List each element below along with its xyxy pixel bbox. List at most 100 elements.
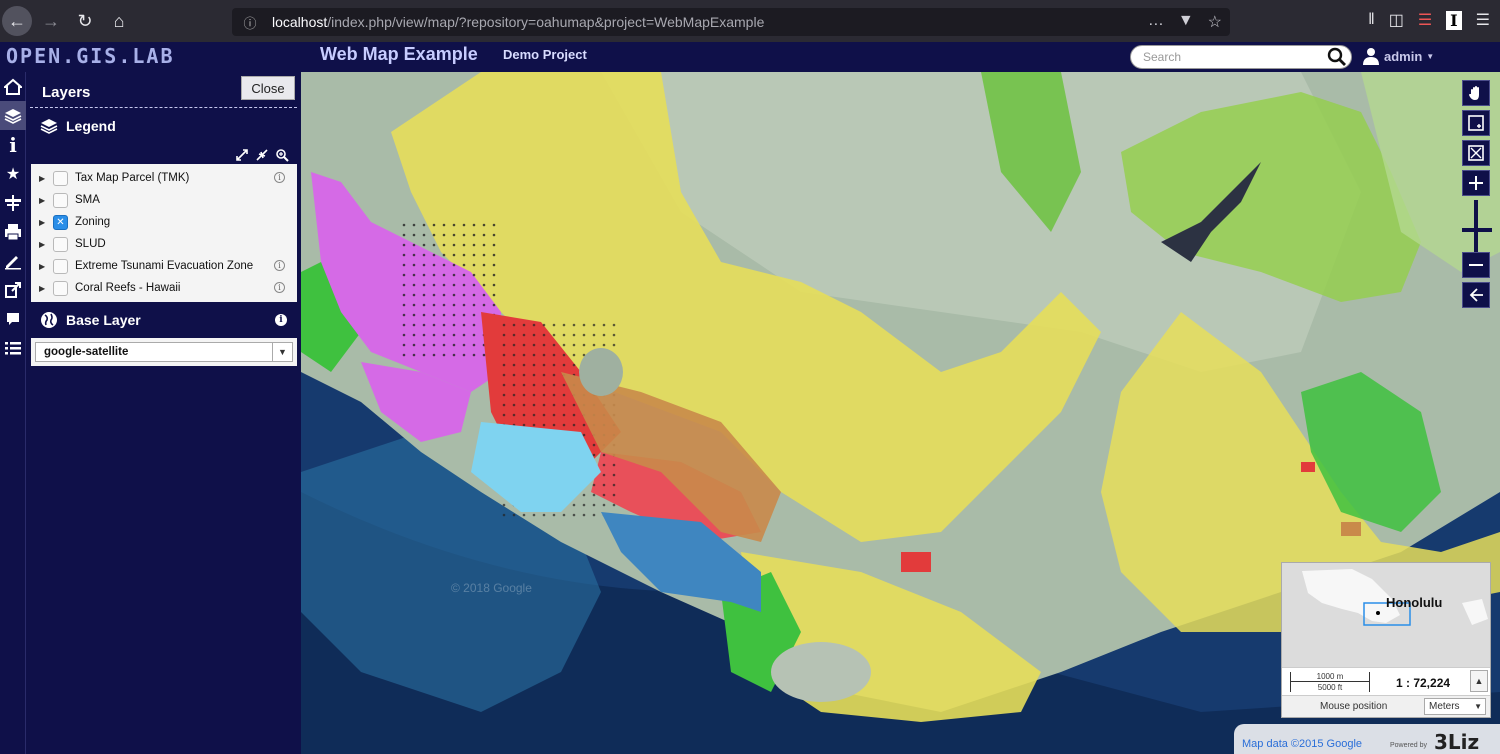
measure-icon[interactable] xyxy=(0,188,26,217)
layer-list: ▶ Tax Map Parcel (TMK) i ▶ SMA ▶ ✕ Zoning ▶ SLUD ▶… xyxy=(31,164,297,302)
print-icon[interactable] xyxy=(0,217,26,246)
base-layer-select-wrap: google-satellite ▼ xyxy=(31,338,297,366)
comment-icon[interactable] xyxy=(0,304,26,333)
layer-checkbox[interactable] xyxy=(53,236,68,252)
scale-metric: 1000 m xyxy=(1290,672,1370,682)
layer-row[interactable]: ▶ Coral Reefs - Hawaii i xyxy=(31,277,297,299)
project-title: Demo Project xyxy=(503,47,587,62)
units-chevron-icon: ▼ xyxy=(1474,702,1482,711)
bookmark-star-icon[interactable]: ☆ xyxy=(1208,12,1222,32)
reload-button[interactable]: ↻ xyxy=(70,6,100,36)
logo: OPEN.GIS.LAB xyxy=(6,44,175,68)
library-icon[interactable]: ‖ xyxy=(1368,11,1375,29)
lizmap-logo[interactable]: 3Liz xyxy=(1434,730,1479,754)
menu-icon[interactable]: ☰ xyxy=(1476,10,1490,30)
browser-toolbar: ← → ↻ ⌂ ⓘ localhost/index.php/view/map/?… xyxy=(0,0,1500,42)
zoom-out-icon[interactable] xyxy=(1462,252,1490,278)
list-icon[interactable] xyxy=(0,333,26,362)
layer-row[interactable]: ▶ SMA xyxy=(31,189,297,211)
expand-caret-icon[interactable]: ▶ xyxy=(39,174,53,183)
zoom-in-icon[interactable] xyxy=(1462,170,1490,196)
globe-icon xyxy=(41,312,57,328)
units-select[interactable]: Meters ▼ xyxy=(1424,698,1486,715)
previous-extent-icon[interactable] xyxy=(1462,282,1490,308)
expand-caret-icon[interactable]: ▶ xyxy=(39,284,53,293)
legend-title: Legend xyxy=(66,118,116,134)
attribution-text[interactable]: Map data ©2015 Google xyxy=(1242,738,1362,750)
layer-checkbox[interactable] xyxy=(53,170,68,186)
layer-info-icon[interactable]: i xyxy=(274,172,285,183)
layer-label: Zoning xyxy=(75,216,111,228)
mouse-position-label: Mouse position xyxy=(1320,701,1388,712)
expand-caret-icon[interactable]: ▶ xyxy=(39,262,53,271)
layer-row[interactable]: ▶ Tax Map Parcel (TMK) i xyxy=(31,167,297,189)
layer-checkbox[interactable]: ✕ xyxy=(53,214,68,230)
sidebar-icon[interactable]: ◫ xyxy=(1389,10,1404,30)
layer-info-icon[interactable]: i xyxy=(274,260,285,271)
back-button[interactable]: ← xyxy=(2,6,32,36)
home-button[interactable]: ⌂ xyxy=(104,6,134,36)
layer-checkbox[interactable] xyxy=(53,192,68,208)
layer-label: Coral Reefs - Hawaii xyxy=(75,282,181,294)
search-icon[interactable] xyxy=(1327,47,1347,67)
home-icon[interactable] xyxy=(0,72,26,101)
forward-button[interactable]: → xyxy=(36,6,66,36)
zoom-box-icon[interactable] xyxy=(1462,110,1490,136)
layers-panel: Layers Close Legend ▶ Tax Map Parcel (TMK… xyxy=(26,72,301,754)
zoom-extent-icon[interactable] xyxy=(1462,140,1490,166)
page-actions-icon[interactable]: … xyxy=(1148,12,1164,32)
zoom-slider[interactable] xyxy=(1462,198,1492,260)
overview-panel: Honolulu 1000 m 5000 ft 1 : 72,224 ▲ Mou… xyxy=(1281,562,1491,718)
base-layer-value: google-satellite xyxy=(44,346,129,358)
extension-icon[interactable]: ☰ xyxy=(1418,10,1432,30)
zoom-to-layer-icon[interactable] xyxy=(275,148,289,162)
app-header: OPEN.GIS.LAB Web Map Example Demo Projec… xyxy=(0,42,1500,72)
base-layer-title: Base Layer xyxy=(66,312,141,328)
user-name: admin xyxy=(1384,48,1423,64)
expand-caret-icon[interactable]: ▶ xyxy=(39,240,53,249)
pan-hand-icon[interactable] xyxy=(1462,80,1490,106)
overview-label: Honolulu xyxy=(1386,595,1443,610)
extension-i-icon[interactable]: I xyxy=(1446,10,1462,30)
search-input[interactable] xyxy=(1143,46,1323,68)
layer-label: Tax Map Parcel (TMK) xyxy=(75,172,190,184)
chevron-down-icon: ▼ xyxy=(1426,51,1435,61)
share-icon[interactable] xyxy=(0,275,26,304)
pocket-icon[interactable]: ▼ xyxy=(1178,12,1194,32)
layer-row[interactable]: ▶ SLUD xyxy=(31,233,297,255)
star-icon[interactable]: ★ xyxy=(0,159,26,188)
expand-caret-icon[interactable]: ▶ xyxy=(39,196,53,205)
user-icon xyxy=(1363,48,1379,65)
layer-checkbox[interactable] xyxy=(53,258,68,274)
url-text: localhost/index.php/view/map/?repository… xyxy=(272,14,764,30)
base-layer-select[interactable]: google-satellite ▼ xyxy=(35,342,293,362)
units-value: Meters xyxy=(1429,701,1460,712)
scale-bar: 1000 m 5000 ft 1 : 72,224 ▲ xyxy=(1282,667,1490,695)
scale-up-icon[interactable]: ▲ xyxy=(1470,670,1488,692)
layers-stack-icon xyxy=(40,119,58,134)
layer-row[interactable]: ▶ ✕ Zoning xyxy=(31,211,297,233)
legend-header[interactable]: Legend xyxy=(26,108,301,144)
base-layer-info-icon[interactable]: i xyxy=(275,314,287,326)
layer-label: SMA xyxy=(75,194,100,206)
expand-caret-icon[interactable]: ▶ xyxy=(39,218,53,227)
layer-checkbox[interactable] xyxy=(53,280,68,296)
page-title: Web Map Example xyxy=(320,44,478,64)
close-button[interactable]: Close xyxy=(241,76,295,100)
user-menu[interactable]: admin ▼ xyxy=(1362,47,1434,65)
expand-all-icon[interactable] xyxy=(235,148,249,162)
site-info-icon[interactable]: ⓘ xyxy=(240,13,260,32)
collapse-all-icon[interactable] xyxy=(255,148,269,162)
address-bar[interactable]: ⓘ localhost/index.php/view/map/?reposito… xyxy=(232,8,1230,36)
legend-toolbar xyxy=(31,146,297,164)
scale-ratio: 1 : 72,224 xyxy=(1396,676,1451,690)
layer-info-icon[interactable]: i xyxy=(274,282,285,293)
layers-icon[interactable] xyxy=(0,101,26,130)
url-host: localhost xyxy=(272,14,328,30)
info-icon[interactable]: i xyxy=(0,130,26,159)
layers-title: Layers xyxy=(42,84,91,101)
overview-map[interactable]: Honolulu xyxy=(1282,563,1490,667)
edit-icon[interactable] xyxy=(0,246,26,275)
select-arrow-icon[interactable]: ▼ xyxy=(272,343,292,361)
layer-row[interactable]: ▶ Extreme Tsunami Evacuation Zone i xyxy=(31,255,297,277)
